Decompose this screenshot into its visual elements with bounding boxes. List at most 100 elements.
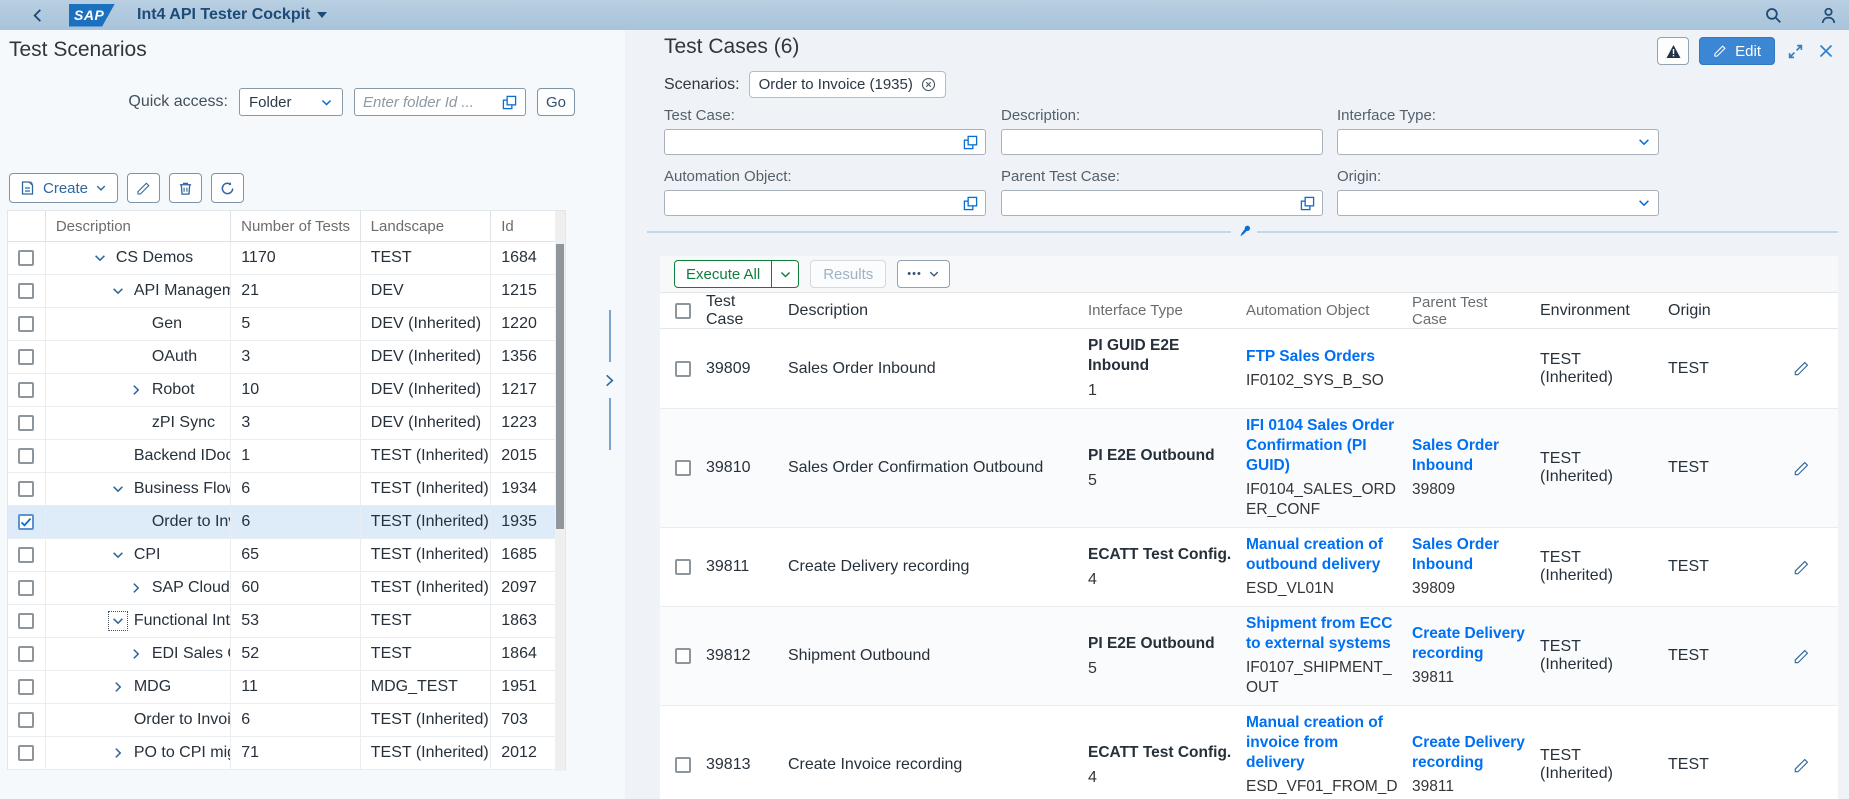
row-checkbox[interactable] xyxy=(18,349,34,365)
tree-row[interactable]: Business Flow Tes...6TEST (Inherited)193… xyxy=(8,473,565,506)
refresh-button[interactable] xyxy=(211,173,244,203)
select-all-checkbox[interactable] xyxy=(675,303,691,319)
row-checkbox[interactable] xyxy=(18,415,34,431)
test-case-row[interactable]: 39810Sales Order Confirmation OutboundPI… xyxy=(660,409,1838,528)
column-header-interface-type[interactable]: Interface Type xyxy=(1088,302,1246,319)
expand-icon[interactable] xyxy=(110,745,126,761)
row-checkbox[interactable] xyxy=(675,361,691,377)
overflow-menu-button[interactable]: ••• xyxy=(897,260,950,288)
tree-row[interactable]: SAP Cloud Inte...60TEST (Inherited)2097 xyxy=(8,572,565,605)
row-checkbox[interactable] xyxy=(18,382,34,398)
back-icon[interactable] xyxy=(30,8,45,23)
left-table-scrollbar[interactable] xyxy=(555,211,565,771)
row-checkbox[interactable] xyxy=(18,481,34,497)
parent-test-case-link[interactable]: Sales Order Inbound xyxy=(1412,436,1526,476)
row-checkbox[interactable] xyxy=(675,648,691,664)
column-header-test-case[interactable]: Test Case xyxy=(706,293,788,329)
automation-object-link[interactable]: IFI 0104 Sales Order Confirmation (PI GU… xyxy=(1246,416,1398,476)
tree-row[interactable]: Backend IDoc In1TEST (Inherited)2015 xyxy=(8,440,565,473)
value-help-icon[interactable] xyxy=(963,135,978,150)
tree-row[interactable]: CS Demos1170TEST1684 xyxy=(8,242,565,275)
folder-id-input[interactable]: Enter folder Id ... xyxy=(354,88,526,116)
user-avatar-icon[interactable] xyxy=(1820,7,1837,24)
row-checkbox[interactable] xyxy=(675,460,691,476)
row-checkbox[interactable] xyxy=(18,679,34,695)
close-icon[interactable] xyxy=(1816,43,1836,59)
collapse-icon[interactable] xyxy=(110,283,126,299)
filter-input-automation-object[interactable] xyxy=(664,190,986,216)
collapse-icon[interactable] xyxy=(110,481,126,497)
test-case-row[interactable]: 39809Sales Order InboundPI GUID E2E Inbo… xyxy=(660,329,1838,409)
results-button[interactable]: Results xyxy=(810,260,886,288)
test-case-row[interactable]: 39813Create Invoice recordingECATT Test … xyxy=(660,706,1838,799)
row-checkbox[interactable] xyxy=(18,613,34,629)
expand-icon[interactable] xyxy=(128,382,144,398)
tree-row[interactable]: CPI65TEST (Inherited)1685 xyxy=(8,539,565,572)
collapse-icon[interactable] xyxy=(92,250,108,266)
automation-object-link[interactable]: FTP Sales Orders xyxy=(1246,347,1398,367)
messages-warning-button[interactable] xyxy=(1657,37,1689,65)
column-header-number-of-tests[interactable]: Number of Tests xyxy=(231,211,361,241)
row-checkbox[interactable] xyxy=(675,559,691,575)
filter-input-test-case[interactable] xyxy=(664,129,986,155)
row-checkbox[interactable] xyxy=(18,646,34,662)
edit-row-button[interactable] xyxy=(1793,360,1810,377)
parent-test-case-link[interactable]: Create Delivery recording xyxy=(1412,733,1526,773)
search-icon[interactable] xyxy=(1765,7,1782,24)
row-checkbox[interactable] xyxy=(18,712,34,728)
create-button[interactable]: Create xyxy=(9,173,118,203)
scrollbar-thumb[interactable] xyxy=(556,244,564,529)
row-checkbox[interactable] xyxy=(18,250,34,266)
value-help-icon[interactable] xyxy=(1300,196,1315,211)
column-header-description[interactable]: Description xyxy=(46,211,231,241)
tree-row[interactable]: MDG11MDG_TEST1951 xyxy=(8,671,565,704)
tree-row[interactable]: OAuth3DEV (Inherited)1356 xyxy=(8,341,565,374)
value-help-icon[interactable] xyxy=(963,196,978,211)
edit-row-button[interactable] xyxy=(1793,460,1810,477)
value-help-icon[interactable] xyxy=(502,95,517,110)
tree-row[interactable]: Robot10DEV (Inherited)1217 xyxy=(8,374,565,407)
row-checkbox[interactable] xyxy=(18,580,34,596)
automation-object-link[interactable]: Shipment from ECC to external systems xyxy=(1246,614,1398,654)
column-header-environment[interactable]: Environment xyxy=(1540,302,1668,320)
splitter-collapse-icon[interactable] xyxy=(602,372,617,389)
edit-scenario-button[interactable] xyxy=(127,173,160,203)
go-button[interactable]: Go xyxy=(537,88,575,116)
edit-row-button[interactable] xyxy=(1793,559,1810,576)
execute-all-button[interactable]: Execute All xyxy=(675,261,771,287)
expand-icon[interactable] xyxy=(110,679,126,695)
tree-row[interactable]: zPI Sync3DEV (Inherited)1223 xyxy=(8,407,565,440)
automation-object-link[interactable]: Manual creation of outbound delivery xyxy=(1246,535,1398,575)
row-checkbox[interactable] xyxy=(18,514,34,530)
test-case-row[interactable]: 39811Create Delivery recordingECATT Test… xyxy=(660,528,1838,607)
quick-access-type-select[interactable]: Folder xyxy=(239,88,343,116)
parent-test-case-link[interactable]: Create Delivery recording xyxy=(1412,624,1526,664)
column-header-automation-object[interactable]: Automation Object xyxy=(1246,302,1412,319)
expand-icon[interactable] xyxy=(128,580,144,596)
row-checkbox[interactable] xyxy=(18,547,34,563)
scenario-token[interactable]: Order to Invoice (1935) xyxy=(749,71,946,98)
tree-row[interactable]: API Management21DEV1215 xyxy=(8,275,565,308)
row-checkbox[interactable] xyxy=(18,283,34,299)
pin-filter-bar-icon[interactable] xyxy=(1231,219,1257,244)
tree-row[interactable]: Order to Invoice6TEST (Inherited)703 xyxy=(8,704,565,737)
test-case-row[interactable]: 39812Shipment OutboundPI E2E Outbound5Sh… xyxy=(660,607,1838,706)
automation-object-link[interactable]: Manual creation of invoice from delivery xyxy=(1246,713,1398,773)
column-header-parent-test-case[interactable]: Parent Test Case xyxy=(1412,294,1540,328)
column-header-id[interactable]: Id xyxy=(491,211,565,241)
token-remove-icon[interactable] xyxy=(921,77,936,92)
column-header-origin[interactable]: Origin xyxy=(1668,302,1778,320)
tree-row[interactable]: PO to CPI migration71TEST (Inherited)201… xyxy=(8,737,565,770)
column-header-landscape[interactable]: Landscape xyxy=(361,211,492,241)
tree-row[interactable]: Gen5DEV (Inherited)1220 xyxy=(8,308,565,341)
execute-all-menu-arrow[interactable] xyxy=(771,261,798,287)
row-checkbox[interactable] xyxy=(18,745,34,761)
filter-input-parent-test-case[interactable] xyxy=(1001,190,1323,216)
parent-test-case-link[interactable]: Sales Order Inbound xyxy=(1412,535,1526,575)
collapse-icon[interactable] xyxy=(110,613,126,629)
expand-icon[interactable] xyxy=(128,646,144,662)
tree-row[interactable]: Order to Invoice6TEST (Inherited)1935 xyxy=(8,506,565,539)
filter-select-origin[interactable] xyxy=(1337,190,1659,216)
collapse-icon[interactable] xyxy=(110,547,126,563)
edit-button[interactable]: Edit xyxy=(1699,37,1775,65)
